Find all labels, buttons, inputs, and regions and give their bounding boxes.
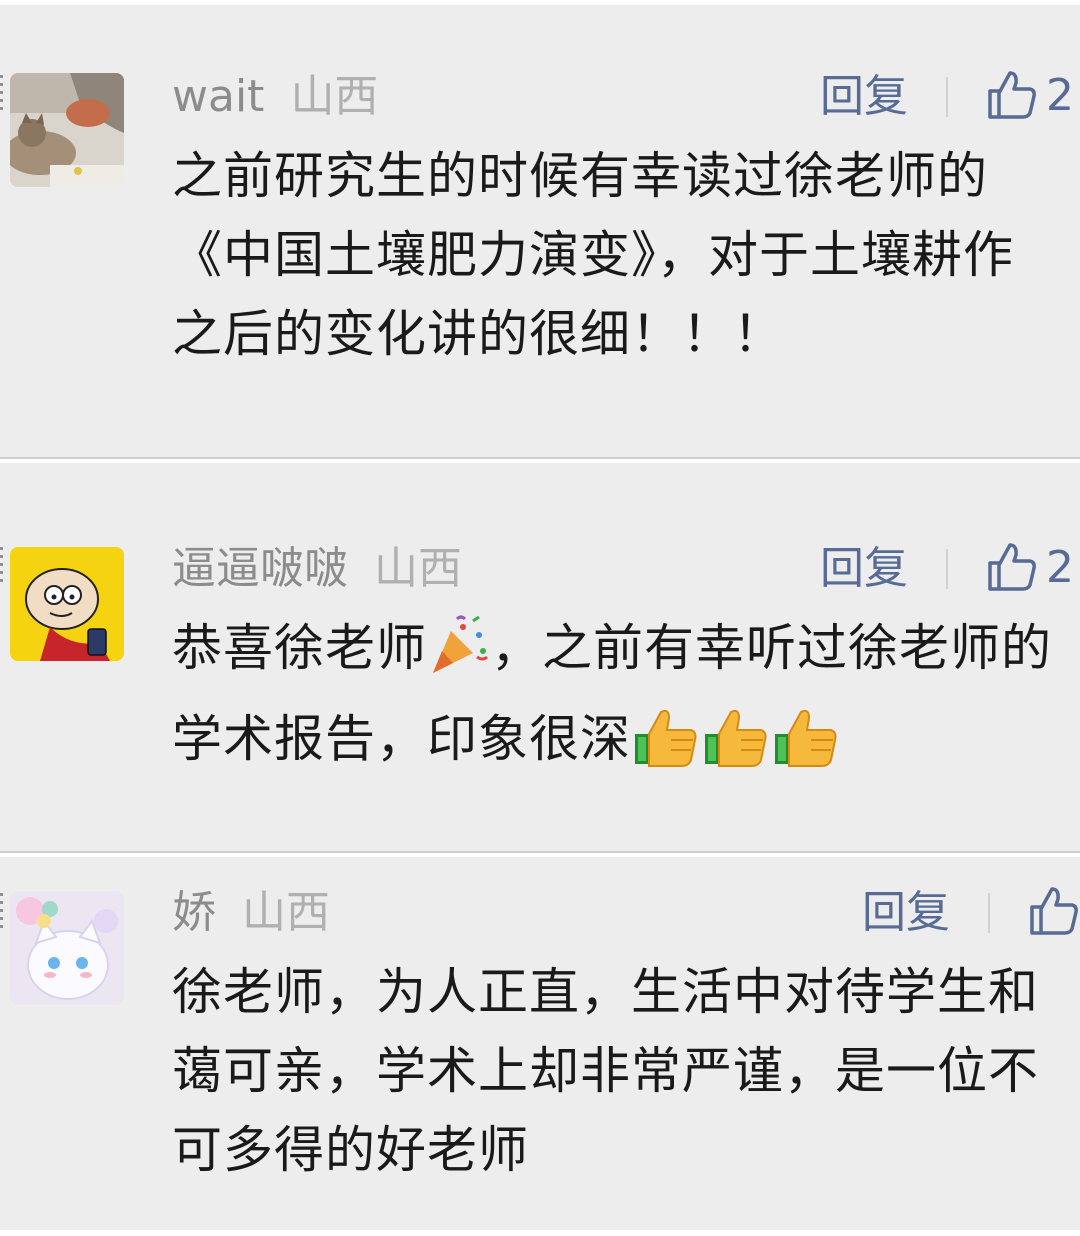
like-button[interactable]: 2 bbox=[984, 67, 1074, 127]
location: 山西 bbox=[374, 543, 462, 594]
comment-text: 之前研究生的时候有幸读过徐老师的《中国土壤肥力演变》，对于土壤耕作之后的变化讲的… bbox=[172, 147, 1014, 363]
party-popper-emoji bbox=[427, 613, 491, 700]
avatar[interactable] bbox=[10, 891, 124, 1005]
location: 山西 bbox=[290, 71, 379, 122]
avatar[interactable] bbox=[10, 547, 124, 661]
divider bbox=[946, 77, 948, 117]
cartoon-avatar-image bbox=[10, 547, 124, 661]
thumbs-up-emoji bbox=[701, 704, 771, 791]
comment-item: 娇山西 回复 徐老师，为人正直，生活中对待学生和蔼可亲，学术上却非常严谨，是一位… bbox=[0, 857, 1080, 1230]
thumbs-up-outline-icon bbox=[988, 543, 1036, 591]
avatar[interactable] bbox=[10, 73, 124, 187]
plush-toy-avatar-image bbox=[10, 891, 124, 1005]
divider bbox=[988, 893, 990, 933]
thumbs-up-outline-icon bbox=[1030, 887, 1078, 935]
username[interactable]: 逼逼啵啵 bbox=[172, 543, 348, 594]
reply-button[interactable]: 回复 bbox=[820, 67, 908, 127]
comment-text: 徐老师，为人正直，生活中对待学生和蔼可亲，学术上却非常严谨，是一位不可多得的好老… bbox=[172, 963, 1039, 1179]
scroll-edge-marker bbox=[0, 893, 3, 933]
comment-text-part: 恭喜徐老师 bbox=[172, 619, 427, 677]
username[interactable]: 娇 bbox=[172, 887, 216, 938]
comment-header: 娇山西 bbox=[172, 883, 330, 943]
like-count: 2 bbox=[1046, 541, 1074, 593]
thumbs-up-emoji bbox=[631, 704, 701, 791]
comment-item: 逼逼啵啵 山西 回复 2 恭喜徐老师 ，之前有幸听过徐老师的学术报告，印象很深 bbox=[0, 463, 1080, 853]
comment-item: wait 山西 回复 2 之前研究生的时候有幸读过徐老师的《中国土壤肥力演变》，对… bbox=[0, 5, 1080, 459]
comment-text: 恭喜徐老师 ，之前有幸听过徐老师的学术报告，印象很深 bbox=[172, 609, 1052, 791]
like-button[interactable] bbox=[1026, 883, 1080, 943]
like-count: 2 bbox=[1046, 69, 1074, 121]
reply-button[interactable]: 回复 bbox=[862, 883, 950, 943]
comment-header: 逼逼啵啵 山西 bbox=[172, 539, 462, 599]
location: 山西 bbox=[242, 887, 330, 938]
thumbs-up-outline-icon bbox=[988, 71, 1036, 119]
scroll-edge-marker bbox=[0, 75, 3, 115]
username[interactable]: wait bbox=[172, 71, 264, 122]
divider bbox=[946, 549, 948, 589]
comment-header: wait 山西 bbox=[172, 67, 378, 127]
like-button[interactable]: 2 bbox=[984, 539, 1074, 599]
reply-button[interactable]: 回复 bbox=[820, 539, 908, 599]
thumbs-up-emoji bbox=[771, 704, 841, 791]
scroll-edge-marker bbox=[0, 547, 3, 587]
cat-avatar-image bbox=[10, 73, 124, 187]
